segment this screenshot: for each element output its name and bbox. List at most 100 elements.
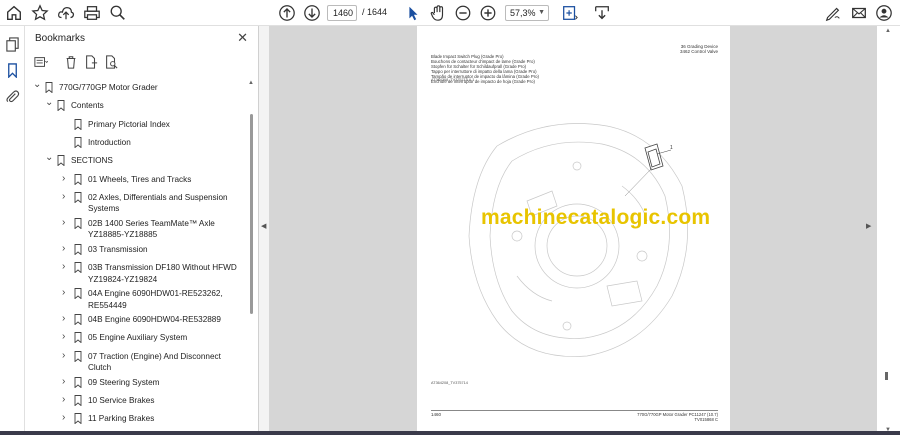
save-icon[interactable] [592, 3, 612, 23]
account-icon[interactable] [874, 3, 894, 23]
zoom-in-icon[interactable] [478, 3, 498, 23]
bookmark-label-line: 09 Steering System [88, 377, 160, 387]
bookmark-icon [74, 136, 82, 149]
taskbar-strip [0, 431, 900, 435]
bookmark-label-line: SECTIONS [71, 156, 113, 166]
bookmark-label-line: 03B Transmission DF180 Without HFWD [88, 263, 237, 273]
chevron-right-icon[interactable]: › [62, 173, 70, 184]
bookmark-label-line: 02 Axles, Differentials and Suspension [88, 192, 228, 202]
document-viewer[interactable]: 36 Grading Device 3462 Control Valve Bla… [269, 26, 877, 435]
bookmark-label-line: 02B 1400 Series TeamMate™ Axle [88, 218, 215, 228]
bookmark-label-line: 10 Service Brakes [88, 396, 155, 405]
chevron-right-icon[interactable]: › [62, 191, 70, 202]
search-bookmark-icon[interactable] [103, 54, 119, 70]
zoom-out-icon[interactable] [453, 3, 473, 23]
hand-icon[interactable] [428, 3, 448, 23]
bookmark-icon [74, 173, 82, 185]
panel-title: Bookmarks [35, 33, 86, 44]
bookmarks-panel: Bookmarks ✕ ⌄ 770G/770GP Motor Grader ⌄ Con… [25, 26, 259, 435]
bookmark-label-line: YZ18885-YZ18885 [88, 230, 158, 240]
bookmark-label-line: 01 Wheels, Tires and Tracks [88, 174, 192, 184]
chevron-right-icon[interactable]: › [62, 394, 70, 405]
chevron-right-icon[interactable]: › [62, 412, 70, 423]
arrow-down-circle-icon[interactable] [302, 3, 322, 23]
left-navigation-rail [0, 26, 25, 435]
page-footer-right: 770G/770GP Motor Grader PC11247 (10.7) T… [637, 412, 718, 422]
scroll-thumb[interactable] [250, 114, 253, 314]
scroll-thumb[interactable] [885, 372, 888, 380]
bookmark-label: 03 Transmission [88, 244, 148, 256]
bookmark-label-line: 03 Transmission [88, 244, 148, 254]
cloud-upload-icon[interactable] [56, 3, 76, 23]
chevron-right-icon[interactable]: › [62, 350, 70, 361]
delete-icon[interactable] [63, 54, 79, 70]
bookmark-label-line: 05 Engine Auxiliary System [88, 333, 188, 343]
bookmark-icon [45, 82, 53, 94]
arrow-up-circle-icon[interactable] [277, 3, 297, 23]
page-number-input[interactable]: 1460 [327, 5, 357, 21]
chevron-down-icon: ▼ [538, 9, 545, 16]
cursor-icon[interactable] [403, 3, 423, 23]
chevron-right-icon[interactable]: › [62, 217, 70, 228]
attachment-icon[interactable] [4, 88, 21, 105]
pages-icon[interactable] [4, 36, 21, 53]
bookmark-label: Contents [71, 100, 104, 112]
bookmark-label-line: Clutch [88, 363, 112, 373]
panel-collapse-handle[interactable]: ◀ [259, 26, 269, 435]
chevron-down-icon[interactable]: ⌄ [33, 79, 41, 90]
bookmark-label-line: 07 Traction (Engine) And Disconnect [88, 351, 221, 361]
email-icon[interactable] [849, 3, 869, 23]
chevron-right-icon[interactable]: › [62, 331, 70, 342]
search-icon[interactable] [108, 3, 128, 23]
bookmark-label: 11 Parking Brakes [88, 413, 154, 425]
bookmark-icon [74, 376, 82, 389]
document-scrollbar[interactable]: ▲ ▼ [877, 26, 900, 435]
bookmark-icon [74, 413, 82, 425]
page-footer-number: 1460 [431, 412, 442, 417]
bookmark-label-line: YZ19824-YZ19824 [88, 274, 158, 284]
bookmark-icon [57, 155, 65, 167]
chevron-left-icon: ◀ [261, 223, 267, 230]
home-icon[interactable] [4, 3, 24, 23]
scroll-up-arrow[interactable]: ▲ [885, 28, 891, 34]
bookmark-tree: ⌄ 770G/770GP Motor Grader ⌄ Contents Primary… [25, 78, 247, 435]
chevron-right-icon[interactable]: › [62, 376, 70, 387]
bookmark-icon [74, 217, 82, 230]
star-icon[interactable] [30, 3, 50, 23]
zoom-level-value: 57,3% [510, 8, 536, 18]
main-toolbar: 1460 / 1644 57,3% ▼ [0, 0, 900, 26]
pen-sign-icon[interactable] [823, 3, 843, 23]
zoom-level-select[interactable]: 57,3% ▼ [505, 5, 549, 21]
bookmark-label: 770G/770GP Motor Grader [59, 82, 158, 94]
chevron-right-icon[interactable]: › [62, 243, 70, 254]
bookmark-icon [74, 191, 82, 204]
options-menu-icon[interactable] [33, 54, 49, 70]
scroll-up-arrow[interactable]: ▲ [248, 80, 254, 86]
bookmark-icon[interactable] [4, 62, 21, 79]
bookmark-label: 04A Engine 6090HDW01-RE523262, RE554449 [88, 288, 223, 311]
bookmark-label-line: Introduction [88, 137, 131, 147]
bookmarks-scrollbar[interactable]: ▲ [248, 80, 254, 434]
bookmark-label-line: Systems [88, 204, 120, 214]
header-line-2: 3462 Control Valve [680, 49, 718, 55]
bookmark-label: 02 Axles, Differentials and Suspension Sy… [88, 192, 228, 215]
chevron-right-icon[interactable]: ▶ [866, 222, 871, 230]
callout-number: 1 [670, 145, 673, 151]
fit-page-icon[interactable] [560, 3, 580, 23]
footer-line-2: TV015868 C [694, 417, 718, 422]
print-icon[interactable] [82, 3, 102, 23]
chevron-right-icon[interactable]: › [62, 287, 70, 298]
new-bookmark-icon[interactable] [83, 54, 99, 70]
chevron-right-icon[interactable]: › [62, 261, 70, 272]
page-ref-code: AT364208_TV375714 A.1 [431, 78, 475, 82]
page-header-right: 36 Grading Device 3462 Control Valve [680, 44, 718, 54]
chevron-right-icon[interactable]: › [62, 313, 70, 324]
close-icon[interactable]: ✕ [237, 30, 248, 46]
chevron-down-icon[interactable]: ⌄ [45, 97, 53, 108]
bookmark-icon [74, 288, 82, 300]
bookmark-label-line: 04B Engine 6090HDW04-RE532889 [88, 315, 221, 325]
chevron-down-icon[interactable]: ⌄ [45, 152, 53, 163]
parts-illustration [468, 123, 688, 357]
